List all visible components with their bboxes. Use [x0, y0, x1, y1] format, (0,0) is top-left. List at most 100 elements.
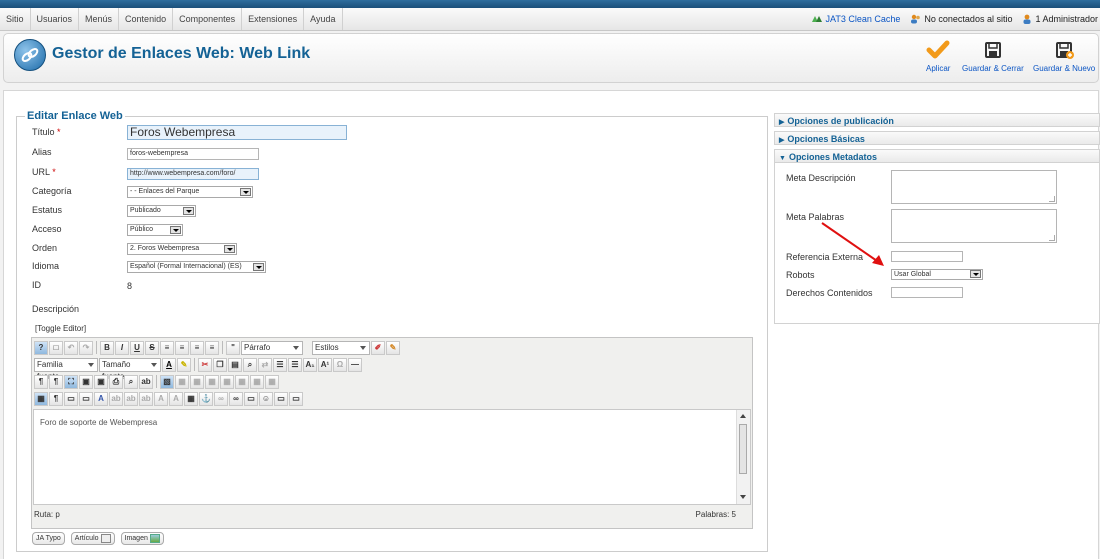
scroll-down-arrow[interactable] [740, 495, 746, 499]
pilcrow-icon[interactable]: ¶ [49, 391, 63, 406]
bold-icon[interactable]: B [100, 340, 114, 355]
numbered-list-icon[interactable]: ☰ [288, 357, 302, 372]
help-icon[interactable]: ? [34, 340, 48, 355]
admin-users-status[interactable]: 1 Administrador [1022, 14, 1098, 24]
save-new-button[interactable]: Guardar & Nuevo [1033, 39, 1095, 73]
menu-sitio[interactable]: Sitio [0, 8, 31, 30]
robots-select[interactable]: Usar Global [891, 269, 983, 280]
blockquote-icon[interactable]: " [226, 340, 240, 355]
align-center-icon[interactable]: ≡ [175, 340, 189, 355]
scroll-up-arrow[interactable] [740, 414, 746, 418]
language-select[interactable]: Español (Formal Internacional) (ES) [127, 261, 266, 273]
publish-options-header[interactable]: ▶ Opciones de publicación [774, 113, 1100, 127]
subscript-icon[interactable]: A₁ [303, 357, 317, 372]
acronym-icon[interactable]: ab [124, 391, 138, 406]
category-select[interactable]: - - Enlaces del Parque [127, 186, 253, 198]
clean-cache-link[interactable]: JAT3 Clean Cache [811, 14, 900, 24]
basic-options-header[interactable]: ▶ Opciones Básicas [774, 131, 1100, 145]
unlink-icon[interactable]: ∞ [214, 391, 228, 406]
special-char-icon[interactable]: Ω [333, 357, 347, 372]
paste-icon[interactable]: ▤ [228, 357, 242, 372]
url-input[interactable]: http://www.webempresa.com/foro/ [127, 168, 259, 180]
date-icon[interactable]: ▦ [184, 391, 198, 406]
undo-icon[interactable]: ↶ [64, 340, 78, 355]
table-col-icon[interactable]: ▦ [220, 374, 234, 389]
italic-icon[interactable]: I [115, 340, 129, 355]
find-icon[interactable]: ⌕ [124, 374, 138, 389]
alias-input[interactable]: foros-webempresa [127, 148, 259, 160]
attribs-icon[interactable]: A [154, 391, 168, 406]
menu-menus[interactable]: Menús [79, 8, 120, 30]
template-icon[interactable]: ▣ [94, 374, 108, 389]
styles-select[interactable]: Estilos [312, 340, 370, 355]
table-merge-icon[interactable]: ▦ [235, 374, 249, 389]
toggle-editor-link[interactable]: [Toggle Editor] [35, 324, 86, 333]
menu-contenido[interactable]: Contenido [119, 8, 174, 30]
apply-button[interactable]: Aplicar [926, 39, 950, 73]
access-select[interactable]: Público [127, 224, 183, 236]
cut-icon[interactable]: ✂ [198, 357, 212, 372]
table-delete-icon[interactable]: ▦ [265, 374, 279, 389]
search-icon[interactable]: ⌕ [243, 357, 257, 372]
image-button[interactable]: Imagen [120, 532, 164, 545]
insert-media-icon[interactable]: ▦ [175, 374, 189, 389]
layer-icon[interactable]: ▭ [79, 391, 93, 406]
ltr-icon[interactable]: ¶ [34, 374, 48, 389]
status-select[interactable]: Publicado [127, 205, 196, 217]
external-ref-input[interactable] [891, 251, 963, 262]
align-right-icon[interactable]: ≡ [190, 340, 204, 355]
metadata-options-header[interactable]: ▼ Opciones Metadatos [774, 149, 1100, 163]
abbr-icon[interactable]: ab [109, 391, 123, 406]
editor-content-area[interactable]: Foro de soporte de Webempresa [33, 409, 751, 505]
save-close-button[interactable]: Guardar & Cerrar [962, 39, 1024, 73]
menu-extensiones[interactable]: Extensiones [242, 8, 305, 30]
jatypo-button[interactable]: JA Typo [32, 532, 65, 545]
char-map-icon[interactable]: A [169, 391, 183, 406]
underline-icon[interactable]: U [130, 340, 144, 355]
strikethrough-icon[interactable]: S [145, 340, 159, 355]
insert-image-icon[interactable]: ▧ [160, 374, 174, 389]
emoticon-icon[interactable]: ☺ [259, 391, 273, 406]
html-source-icon[interactable]: ▭ [244, 391, 258, 406]
table-icon[interactable]: ▦ [190, 374, 204, 389]
horizontal-rule-icon[interactable]: — [348, 357, 362, 372]
title-input[interactable]: Foros Webempresa [127, 125, 347, 140]
page-break-icon[interactable]: ▭ [64, 391, 78, 406]
spellcheck-icon[interactable]: ab [139, 374, 153, 389]
iframe-icon[interactable]: ▭ [289, 391, 303, 406]
style-props-icon[interactable]: A [94, 391, 108, 406]
replace-icon[interactable]: ⇄ [258, 357, 272, 372]
superscript-icon[interactable]: A¹ [318, 357, 332, 372]
order-select[interactable]: 2. Foros Webempresa [127, 243, 237, 255]
text-color-icon[interactable]: A [162, 357, 176, 372]
highlight-color-icon[interactable]: ✎ [177, 357, 191, 372]
fullscreen-icon[interactable]: ⛶ [64, 374, 78, 389]
font-family-select[interactable]: Familia fuente [34, 357, 98, 381]
table-row-icon[interactable]: ▦ [205, 374, 219, 389]
format-select[interactable]: Párrafo [241, 340, 303, 355]
preview-icon[interactable]: ▣ [79, 374, 93, 389]
menu-componentes[interactable]: Componentes [173, 8, 243, 30]
visual-aid-icon[interactable]: ▦ [34, 391, 48, 406]
rights-input[interactable] [891, 287, 963, 298]
menu-ayuda[interactable]: Ayuda [304, 8, 343, 30]
meta-description-textarea[interactable] [891, 170, 1057, 204]
menu-usuarios[interactable]: Usuarios [31, 8, 80, 30]
link-icon[interactable]: ∞ [229, 391, 243, 406]
print-icon[interactable]: ⎙ [109, 374, 123, 389]
editor-vertical-scrollbar[interactable] [736, 410, 750, 504]
align-left-icon[interactable]: ≡ [160, 340, 174, 355]
rtl-icon[interactable]: ¶ [49, 374, 63, 389]
anchor-icon[interactable]: ⚓ [199, 391, 213, 406]
meta-keywords-textarea[interactable] [891, 209, 1057, 243]
scroll-thumb[interactable] [739, 424, 747, 474]
article-button[interactable]: Artículo [70, 532, 115, 545]
eraser-icon[interactable]: ✐ [371, 340, 385, 355]
font-size-select[interactable]: Tamaño fuente [99, 357, 161, 381]
copy-icon[interactable]: ❐ [213, 357, 227, 372]
form-icon[interactable]: ▭ [274, 391, 288, 406]
redo-icon[interactable]: ↷ [79, 340, 93, 355]
align-justify-icon[interactable]: ≡ [205, 340, 219, 355]
bullet-list-icon[interactable]: ☰ [273, 357, 287, 372]
table-split-icon[interactable]: ▦ [250, 374, 264, 389]
